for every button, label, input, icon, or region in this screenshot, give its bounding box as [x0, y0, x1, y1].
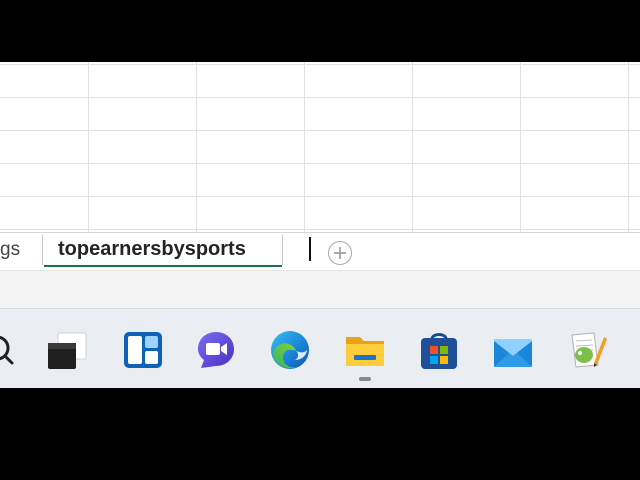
spreadsheet-grid[interactable]	[0, 62, 640, 232]
search-icon[interactable]	[0, 329, 18, 371]
edge-icon[interactable]	[269, 329, 311, 371]
column-divider	[412, 62, 413, 232]
sheet-tab-previous[interactable]: gs	[0, 239, 40, 261]
running-app-indicator	[359, 377, 371, 381]
column-divider	[520, 62, 521, 232]
add-sheet-icon[interactable]	[328, 241, 352, 265]
tab-separator	[282, 235, 283, 265]
row-divider	[0, 229, 640, 230]
row-divider	[0, 130, 640, 131]
microsoft-store-icon[interactable]	[418, 329, 460, 371]
sheet-tab-name-input[interactable]: topearnersbysports	[58, 238, 246, 261]
row-divider	[0, 196, 640, 197]
status-bar	[0, 270, 640, 308]
row-divider	[0, 163, 640, 164]
screen: gs topearnersbysports	[0, 0, 640, 480]
text-caret	[309, 237, 311, 261]
notepad-plus-icon[interactable]	[566, 329, 608, 371]
row-divider	[0, 64, 640, 65]
sheet-tabs-bar: gs topearnersbysports	[0, 232, 640, 270]
mail-icon[interactable]	[492, 329, 534, 371]
task-view-icon[interactable]	[46, 329, 88, 371]
tab-separator	[42, 235, 43, 265]
file-explorer-icon[interactable]	[344, 329, 386, 371]
windows-taskbar	[0, 308, 640, 388]
widgets-icon[interactable]	[122, 329, 164, 371]
column-divider	[628, 62, 629, 232]
column-divider	[196, 62, 197, 232]
row-divider	[0, 97, 640, 98]
column-divider	[304, 62, 305, 232]
column-divider	[88, 62, 89, 232]
sheet-tab-active[interactable]: topearnersbysports	[44, 233, 311, 267]
chat-icon[interactable]	[195, 329, 237, 371]
